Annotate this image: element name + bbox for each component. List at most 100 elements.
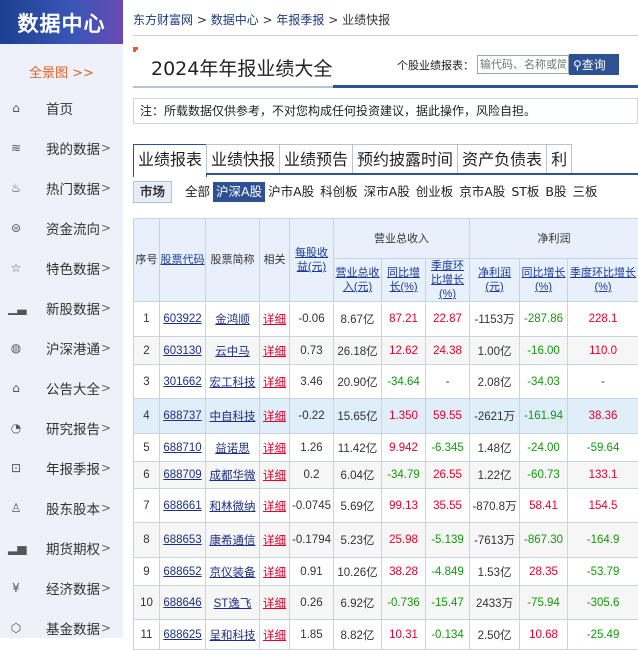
stock-name-link[interactable]: 和林微纳 [210,501,256,513]
sidebar-item[interactable]: ▂▅期货期权> [0,528,123,568]
table-row: 4688737中自科技详细-0.2215.65亿1.35059.55-2621万… [134,399,638,434]
market-option[interactable]: ST板 [508,182,542,202]
search-button[interactable]: ⚲查询 [569,54,619,75]
sidebar-item[interactable]: ☆特色数据> [0,248,123,288]
cell-profit-yoy: -867.30 [520,523,568,558]
stock-code-link[interactable]: 688646 [163,597,201,609]
stock-name-link[interactable]: 云中马 [215,346,250,358]
stock-code-link[interactable]: 688709 [163,469,201,481]
detail-link[interactable]: 详细 [263,411,286,423]
tab[interactable]: 业绩预告 [279,144,353,173]
stock-name-link[interactable]: 金鸿顺 [215,314,250,326]
stock-code-link[interactable]: 688625 [163,629,201,641]
stock-code-link[interactable]: 688652 [163,566,201,578]
sidebar-item[interactable]: ⌂首页 [0,88,123,128]
revenue: 5.69亿 [341,501,375,513]
stock-code-link[interactable]: 603130 [163,345,201,357]
detail-link[interactable]: 详细 [263,535,286,547]
stock-name-link[interactable]: 中自科技 [210,411,256,423]
cell-stock-name-link: 宏工科技 [206,365,260,399]
stock-name-link[interactable]: 宏工科技 [210,377,256,389]
market-label: 市场 [133,181,172,203]
sidebar-item[interactable]: ◍沪深港通> [0,328,123,368]
data-center-logo[interactable]: 数据中心 [0,0,123,44]
breadcrumb-reports[interactable]: 年报季报 [276,13,324,27]
sidebar-item[interactable]: ◔研究报告> [0,408,123,448]
detail-link[interactable]: 详细 [263,567,286,579]
detail-link[interactable]: 详细 [263,598,286,610]
header-code[interactable]: 股票代码 [160,219,206,302]
detail-link[interactable]: 详细 [263,630,286,642]
header-revenue-qoq[interactable]: 季度环比增长(%) [426,259,470,302]
market-option[interactable]: B股 [542,182,569,202]
sidebar-item[interactable]: ♨热门数据> [0,168,123,208]
breadcrumb-data-center[interactable]: 数据中心 [211,13,259,27]
cell-profit-qoq: 38.36 [568,399,638,434]
cell-revenue-qoq: -0.134 [426,620,470,650]
header-related: 相关 [260,219,290,302]
detail-link[interactable]: 详细 [263,314,286,326]
net-profit: -870.8万 [472,501,516,513]
stock-name-link[interactable]: ST逸飞 [214,598,252,610]
stock-code-link[interactable]: 688653 [163,534,201,546]
header-revenue-yoy[interactable]: 同比增长(%) [382,259,426,302]
sidebar-item[interactable]: ▁▃新股数据> [0,288,123,328]
tab[interactable]: 资产负债表 [457,144,547,173]
stock-code-link[interactable]: 301662 [163,376,201,388]
header-revenue[interactable]: 营业总收入(元) [334,259,382,302]
stock-name-link[interactable]: 京仪装备 [210,567,256,579]
market-option[interactable]: 沪深A股 [213,182,265,202]
sidebar-item[interactable]: ≋我的数据> [0,128,123,168]
bar-icon: ▁▃ [8,301,24,315]
sidebar-item[interactable]: ♙股东股本> [0,488,123,528]
detail-link[interactable]: 详细 [263,501,286,513]
profit-qoq: -305.6 [587,597,620,609]
market-option[interactable]: 创业板 [413,182,457,202]
detail-link[interactable]: 详细 [263,346,286,358]
stock-code-link[interactable]: 688737 [163,410,201,422]
market-option[interactable]: 全部 [182,182,213,202]
sidebar-item[interactable]: ¥经济数据> [0,568,123,608]
tab[interactable]: 业绩报表 [133,144,207,177]
cell-revenue: 26.18亿 [334,337,382,365]
header-revenue-group: 营业总收入 [334,219,470,259]
market-option[interactable]: 深市A股 [361,182,413,202]
market-option[interactable]: 三板 [569,182,600,202]
revenue: 15.65亿 [337,411,377,423]
detail-link[interactable]: 详细 [263,377,286,389]
header-eps[interactable]: 每股收益(元) [290,219,334,302]
stock-code-link[interactable]: 688661 [163,500,201,512]
stock-code-link[interactable]: 603922 [163,313,201,325]
tab[interactable]: 业绩快报 [206,144,280,173]
cell-profit-qoq: - [568,365,638,399]
overview-link[interactable]: 全景图 >> [0,62,123,88]
detail-link[interactable]: 详细 [263,470,286,482]
stock-code-link[interactable]: 688710 [163,442,201,454]
cell-stock-code-link: 688652 [160,558,206,586]
header-profit-yoy[interactable]: 同比增长(%) [520,259,568,302]
market-option[interactable]: 京市A股 [456,182,508,202]
detail-link[interactable]: 详细 [263,443,286,455]
sidebar-item[interactable]: ⌂公告大全> [0,368,123,408]
stock-name-link[interactable]: 呈和科技 [210,630,256,642]
sidebar-item[interactable]: ⊡年报季报> [0,448,123,488]
tab[interactable]: 利 [546,144,572,173]
eps: 0.2 [304,469,320,481]
sidebar-item[interactable]: ⬡基金数据> [0,608,123,648]
profit-yoy: -161.94 [524,410,563,422]
header-profit-group: 净利润 [470,219,638,259]
cell-detail-link: 详细 [260,586,290,620]
stock-name-link[interactable]: 益诺思 [215,443,250,455]
market-option[interactable]: 科创板 [317,182,361,202]
sidebar-item[interactable]: ⊜资金流向> [0,208,123,248]
header-profit-qoq[interactable]: 季度环比增长(%) [568,259,638,302]
stock-name-link[interactable]: 康希通信 [210,535,256,547]
market-option[interactable]: 沪市A股 [265,182,317,202]
row-seq: 7 [143,500,149,512]
breadcrumb-home[interactable]: 东方财富网 [133,13,193,27]
tab[interactable]: 预约披露时间 [352,144,458,173]
cell-detail-link: 详细 [260,399,290,434]
stock-name-link[interactable]: 成都华微 [210,470,256,482]
search-input[interactable] [477,55,569,74]
header-net-profit[interactable]: 净利润(元) [470,259,520,302]
